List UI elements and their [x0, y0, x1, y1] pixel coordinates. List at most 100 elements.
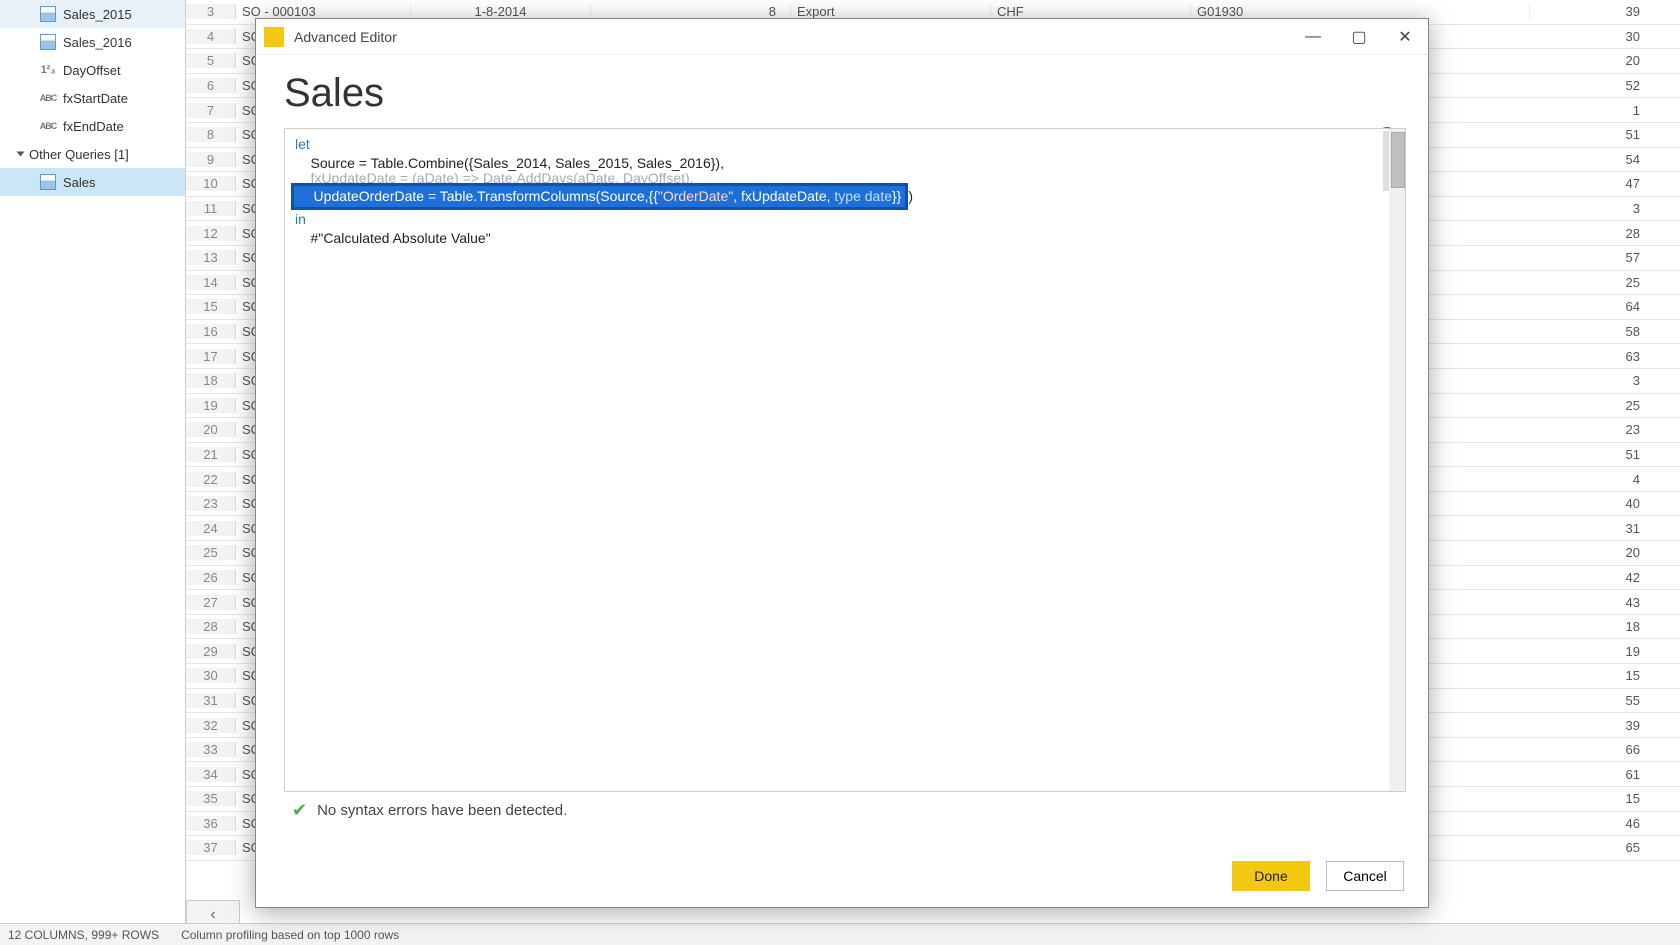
cell-last: 64	[1530, 299, 1680, 314]
dialog-title: Advanced Editor	[294, 29, 1290, 45]
number-icon: 1²₃	[40, 62, 56, 78]
query-label: fxStartDate	[63, 91, 128, 106]
query-label: DayOffset	[63, 63, 121, 78]
row-index: 11	[186, 201, 236, 216]
editor-scrollbar-thumb[interactable]	[1391, 132, 1405, 188]
status-bar: 12 COLUMNS, 999+ ROWS Column profiling b…	[0, 923, 1680, 945]
cell-last: 3	[1530, 201, 1680, 216]
done-button[interactable]: Done	[1232, 861, 1310, 891]
row-index: 29	[186, 644, 236, 659]
cell-last: 15	[1530, 668, 1680, 683]
cell-last: 20	[1530, 545, 1680, 560]
row-index: 32	[186, 718, 236, 733]
maximize-button[interactable]: ▢	[1336, 21, 1382, 53]
cell-last: 55	[1530, 693, 1680, 708]
row-index: 21	[186, 447, 236, 462]
cell-last: 58	[1530, 324, 1680, 339]
cell-last: 3	[1530, 373, 1680, 388]
cell-last: 47	[1530, 176, 1680, 191]
row-index: 9	[186, 152, 236, 167]
row-index: 33	[186, 742, 236, 757]
row-index: 4	[186, 29, 236, 44]
cell-last: 20	[1530, 53, 1680, 68]
query-label: fxEndDate	[63, 119, 124, 134]
table-icon	[40, 6, 56, 22]
cell-last: 54	[1530, 152, 1680, 167]
cell-last: 42	[1530, 570, 1680, 585]
query-item[interactable]: Sales_2016	[0, 28, 185, 56]
cell-last: 39	[1530, 718, 1680, 733]
status-profiling: Column profiling based on top 1000 rows	[181, 928, 399, 942]
query-item[interactable]: Sales_2015	[0, 0, 185, 28]
query-label: Sales_2016	[63, 35, 132, 50]
row-index: 25	[186, 545, 236, 560]
row-index: 14	[186, 275, 236, 290]
row-index: 5	[186, 53, 236, 68]
row-index: 23	[186, 496, 236, 511]
code-line-highlighted: UpdateOrderDate = Table.TransformColumns…	[295, 183, 1395, 210]
query-item-selected[interactable]: Sales	[0, 168, 185, 196]
row-index: 13	[186, 250, 236, 265]
query-label: Sales_2015	[63, 7, 132, 22]
row-index: 18	[186, 373, 236, 388]
cell-last: 19	[1530, 644, 1680, 659]
folder-label: Other Queries [1]	[29, 147, 129, 162]
row-index: 12	[186, 226, 236, 241]
cell-last: 66	[1530, 742, 1680, 757]
code-editor[interactable]: let Source = Table.Combine({Sales_2014, …	[284, 128, 1406, 792]
table-icon	[40, 174, 56, 190]
minimize-icon: —	[1305, 28, 1321, 46]
cell-last: 4	[1530, 472, 1680, 487]
cell-last: 51	[1530, 447, 1680, 462]
query-heading: Sales	[284, 71, 1406, 116]
code-line-hidden: fxUpdateDate = (aDate) => Date.AddDays(a…	[295, 173, 1395, 183]
cell-last: 25	[1530, 398, 1680, 413]
chevron-left-icon: ‹	[210, 906, 215, 924]
row-index: 22	[186, 472, 236, 487]
queries-panel: Sales_2015 Sales_2016 1²₃ DayOffset ABC …	[0, 0, 186, 945]
row-index: 28	[186, 619, 236, 634]
function-icon: ABC	[40, 90, 56, 106]
check-icon: ✔	[292, 800, 307, 821]
code-line: let	[295, 136, 310, 152]
chevron-down-icon	[17, 152, 25, 157]
dialog-footer: Done Cancel	[1232, 861, 1404, 891]
cell-last: 23	[1530, 422, 1680, 437]
row-index: 15	[186, 299, 236, 314]
cell-last: 39	[1530, 4, 1680, 19]
query-item[interactable]: 1²₃ DayOffset	[0, 56, 185, 84]
dialog-body: Sales Display Options ▾ ? let Source = T…	[256, 55, 1428, 829]
function-icon: ABC	[40, 118, 56, 134]
table-icon	[40, 34, 56, 50]
editor-scrollbar-track[interactable]	[1389, 129, 1405, 791]
close-button[interactable]: ✕	[1382, 21, 1428, 53]
minimize-button[interactable]: —	[1290, 21, 1336, 53]
syntax-status: ✔ No syntax errors have been detected.	[284, 800, 1406, 821]
status-columns: 12 COLUMNS, 999+ ROWS	[8, 928, 159, 942]
cell-last: 18	[1530, 619, 1680, 634]
query-item[interactable]: ABC fxStartDate	[0, 84, 185, 112]
query-item[interactable]: ABC fxEndDate	[0, 112, 185, 140]
cell-last: 25	[1530, 275, 1680, 290]
row-index: 35	[186, 791, 236, 806]
row-index: 10	[186, 176, 236, 191]
cell-last: 1	[1530, 103, 1680, 118]
row-index: 30	[186, 668, 236, 683]
query-folder[interactable]: Other Queries [1]	[0, 140, 185, 168]
cancel-button[interactable]: Cancel	[1326, 861, 1404, 891]
row-index: 7	[186, 103, 236, 118]
row-index: 36	[186, 816, 236, 831]
row-index: 3	[186, 4, 236, 19]
cell-last: 15	[1530, 791, 1680, 806]
cell-last: 43	[1530, 595, 1680, 610]
cell-last: 65	[1530, 840, 1680, 855]
cell-last: 30	[1530, 29, 1680, 44]
close-icon: ✕	[1398, 27, 1411, 47]
row-index: 20	[186, 422, 236, 437]
dialog-titlebar[interactable]: Advanced Editor — ▢ ✕	[256, 19, 1428, 55]
cell-last: 31	[1530, 521, 1680, 536]
row-index: 17	[186, 349, 236, 364]
row-index: 26	[186, 570, 236, 585]
cell-last: 52	[1530, 78, 1680, 93]
syntax-message: No syntax errors have been detected.	[317, 802, 567, 819]
